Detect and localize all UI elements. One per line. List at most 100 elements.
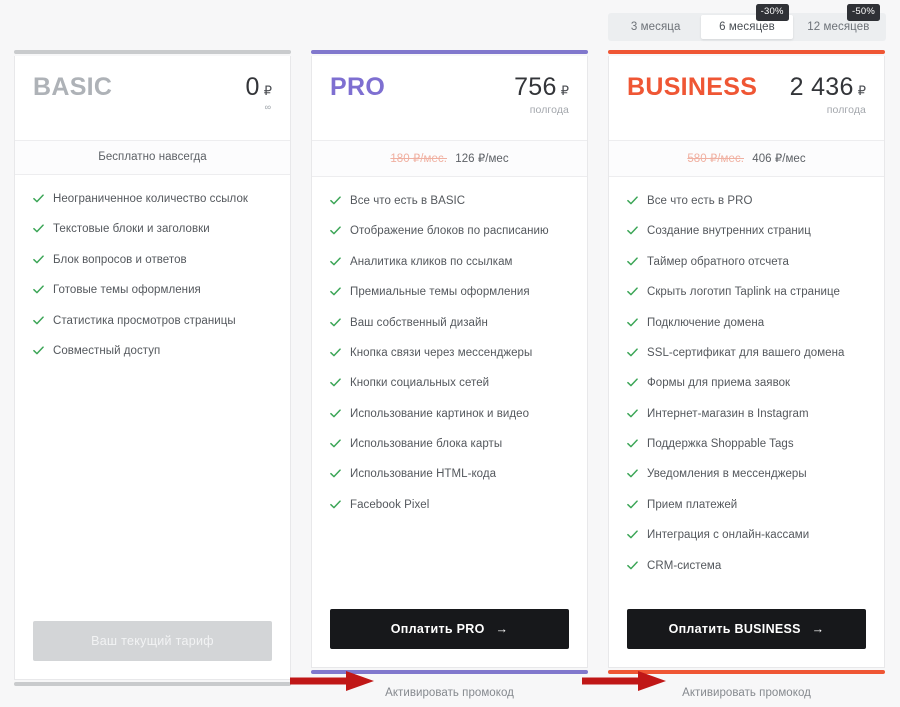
feature-label: Использование HTML-кода bbox=[350, 468, 497, 481]
plan-price: 756 ₽ полгода bbox=[514, 74, 569, 116]
period-tab-12-months[interactable]: -50% 12 месяцев bbox=[793, 4, 884, 39]
pay-pro-button[interactable]: Оплатить PRO → bbox=[330, 608, 569, 649]
price-period: полгода bbox=[826, 104, 866, 116]
cta-label: Оплатить BUSINESS bbox=[668, 621, 801, 636]
check-icon bbox=[627, 348, 638, 357]
feature-item: Все что есть в PRO bbox=[627, 194, 866, 208]
check-icon bbox=[330, 378, 341, 387]
subprice-old-price: 180 ₽/мес. bbox=[390, 153, 447, 165]
check-icon bbox=[627, 287, 638, 296]
cta-area: Ваш текущий тариф bbox=[15, 611, 290, 679]
check-icon bbox=[627, 257, 638, 266]
price-infinity-symbol: ∞ bbox=[264, 102, 271, 112]
subprice-new-price: 406 ₽/мес bbox=[752, 153, 806, 165]
check-icon bbox=[627, 469, 638, 478]
feature-item: Использование блока карты bbox=[330, 437, 569, 451]
subprice-text: Бесплатно навсегда bbox=[98, 151, 207, 163]
feature-item: Интеграция с онлайн-кассами bbox=[627, 528, 866, 542]
feature-item: Прием платежей bbox=[627, 498, 866, 512]
check-icon bbox=[330, 196, 341, 205]
subprice-new-price: 126 ₽/мес bbox=[455, 153, 509, 165]
feature-label: Использование картинок и видео bbox=[350, 407, 530, 420]
check-icon bbox=[627, 226, 638, 235]
feature-label: Неограниченное количество ссылок bbox=[53, 193, 248, 205]
feature-item: Готовые темы оформления bbox=[33, 283, 272, 297]
price-period: полгода bbox=[529, 104, 569, 116]
period-switcher[interactable]: 3 месяца -30% 6 месяцев -50% 12 месяцев bbox=[608, 4, 886, 41]
card-accent-top bbox=[608, 50, 885, 54]
feature-item: Неограниченное количество ссылок bbox=[33, 192, 272, 206]
feature-list: Все что есть в PRO Создание внутренних с… bbox=[609, 177, 884, 599]
price-currency: ₽ bbox=[263, 83, 272, 98]
arrow-right-icon: → bbox=[811, 621, 825, 636]
plan-price: 2 436 ₽ полгода bbox=[790, 74, 866, 116]
feature-label: Уведомления в мессенджеры bbox=[647, 468, 807, 481]
check-icon bbox=[330, 409, 341, 417]
cta-label: Оплатить PRO bbox=[390, 621, 485, 636]
feature-item: Использование картинок и видео bbox=[330, 407, 569, 421]
plan-price: 0 ₽ ∞ bbox=[246, 74, 273, 112]
check-icon bbox=[330, 500, 341, 509]
feature-label: Скрыть логотип Taplink на странице bbox=[647, 286, 840, 299]
promo-code-link[interactable]: Активировать промокод bbox=[311, 674, 588, 699]
plan-name: PRO bbox=[330, 73, 386, 101]
feature-item: Ваш собственный дизайн bbox=[330, 316, 569, 330]
feature-label: Прием платежей bbox=[647, 498, 738, 511]
pricing-card-basic: BASIC 0 ₽ ∞ Бесплатно навсегда Неогранич… bbox=[14, 50, 291, 699]
feature-label: Премиальные темы оформления bbox=[350, 286, 530, 299]
plan-name: BASIC bbox=[33, 73, 113, 101]
feature-label: Подключение домена bbox=[647, 316, 765, 329]
feature-item: Кнопки социальных сетей bbox=[330, 376, 569, 390]
feature-label: Блок вопросов и ответов bbox=[53, 253, 187, 266]
check-icon bbox=[33, 315, 44, 324]
feature-label: Формы для приема заявок bbox=[647, 377, 791, 390]
cta-area: Оплатить BUSINESS → bbox=[609, 599, 884, 667]
feature-label: Facebook Pixel bbox=[350, 498, 430, 511]
price-amount: 0 bbox=[245, 73, 260, 101]
period-tab-label: 12 месяцев bbox=[807, 21, 870, 33]
check-icon bbox=[330, 226, 341, 235]
feature-item: Подключение домена bbox=[627, 316, 866, 330]
arrow-right-icon: → bbox=[495, 621, 509, 636]
feature-label: Создание внутренних страниц bbox=[647, 225, 811, 238]
feature-label: Использование блока карты bbox=[350, 438, 503, 450]
feature-label: Готовые темы оформления bbox=[53, 284, 201, 297]
feature-item: Использование HTML-кода bbox=[330, 467, 569, 481]
feature-label: Совместный доступ bbox=[53, 344, 161, 357]
price-amount: 2 436 bbox=[789, 73, 854, 101]
check-icon bbox=[627, 500, 638, 509]
pay-business-button[interactable]: Оплатить BUSINESS → bbox=[627, 608, 866, 649]
feature-label: Отображение блоков по расписанию bbox=[350, 225, 549, 238]
check-icon bbox=[627, 196, 638, 205]
feature-item: Facebook Pixel bbox=[330, 498, 569, 512]
feature-item: Блок вопросов и ответов bbox=[33, 253, 272, 267]
feature-item: Формы для приема заявок bbox=[627, 376, 866, 390]
price-currency: ₽ bbox=[857, 83, 866, 98]
check-icon bbox=[33, 224, 44, 233]
check-icon bbox=[33, 255, 44, 264]
check-icon bbox=[330, 348, 341, 357]
period-tab-6-months[interactable]: -30% 6 месяцев bbox=[701, 4, 793, 39]
current-plan-button: Ваш текущий тариф bbox=[33, 620, 272, 661]
feature-item: Все что есть в BASIC bbox=[330, 194, 569, 208]
check-icon bbox=[330, 317, 341, 326]
check-icon bbox=[330, 257, 341, 266]
plan-name: BUSINESS bbox=[627, 73, 758, 101]
cta-area: Оплатить PRO → bbox=[312, 599, 587, 667]
check-icon bbox=[330, 439, 341, 448]
promo-code-link[interactable]: Активировать промокод bbox=[608, 674, 885, 699]
feature-item: Создание внутренних страниц bbox=[627, 224, 866, 238]
check-icon bbox=[627, 560, 638, 569]
card-header: PRO 756 ₽ полгода bbox=[312, 56, 587, 140]
feature-item: Таймер обратного отсчета bbox=[627, 255, 866, 269]
feature-list: Все что есть в BASIC Отображение блоков … bbox=[312, 177, 587, 599]
feature-label: Кнопка связи через мессенджеры bbox=[350, 346, 533, 359]
check-icon bbox=[330, 469, 341, 478]
discount-badge-30: -30% bbox=[755, 4, 789, 21]
feature-item: Поддержка Shoppable Tags bbox=[627, 437, 866, 451]
check-icon bbox=[33, 194, 44, 203]
feature-label: Текстовые блоки и заголовки bbox=[53, 223, 210, 236]
period-tab-3-months[interactable]: 3 месяца bbox=[610, 15, 701, 39]
price-amount: 756 bbox=[514, 73, 557, 101]
period-tab-label: 3 месяца bbox=[630, 21, 681, 33]
